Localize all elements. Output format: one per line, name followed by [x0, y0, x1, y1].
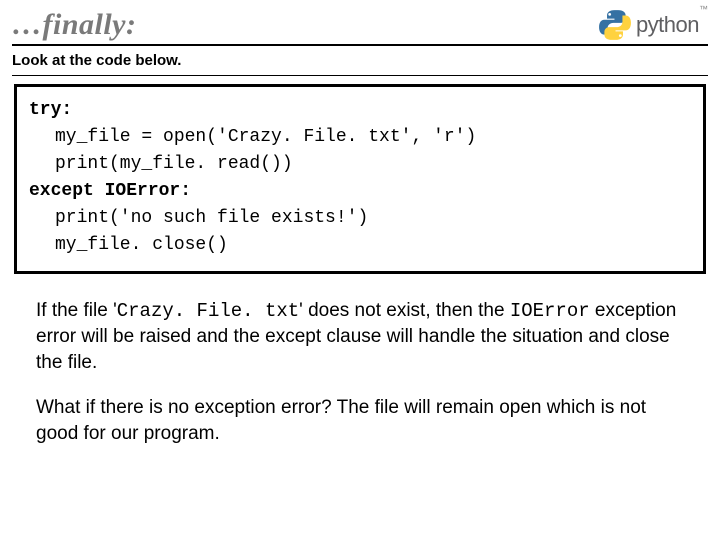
subtitle: Look at the code below.	[0, 50, 720, 75]
code-line: my_file. close()	[29, 232, 691, 259]
python-logo: python™	[598, 8, 708, 42]
code-line: my_file = open('Crazy. File. txt', 'r')	[29, 124, 691, 151]
code-line: print(my_file. read())	[29, 151, 691, 178]
text-fragment: ' does not exist, then the	[299, 300, 510, 321]
exception-name: IOError	[510, 300, 590, 322]
subtitle-rule	[12, 75, 708, 76]
title-rule	[12, 44, 708, 46]
text-fragment: If the file '	[36, 300, 117, 321]
code-line: except IOError:	[29, 181, 191, 201]
filename: Crazy. File. txt	[117, 300, 299, 322]
code-block: try: my_file = open('Crazy. File. txt', …	[14, 84, 706, 274]
python-icon	[598, 8, 632, 42]
python-logo-text: python	[636, 12, 699, 37]
code-line: try:	[29, 100, 72, 120]
slide-header: …finally: python™	[0, 0, 720, 42]
explanation: If the file 'Crazy. File. txt' does not …	[0, 274, 720, 447]
slide-title: …finally:	[12, 8, 137, 42]
explain-paragraph-2: What if there is no exception error? The…	[36, 395, 692, 447]
explain-paragraph-1: If the file 'Crazy. File. txt' does not …	[36, 298, 692, 377]
trademark: ™	[699, 4, 708, 14]
code-line: print('no such file exists!')	[29, 205, 691, 232]
